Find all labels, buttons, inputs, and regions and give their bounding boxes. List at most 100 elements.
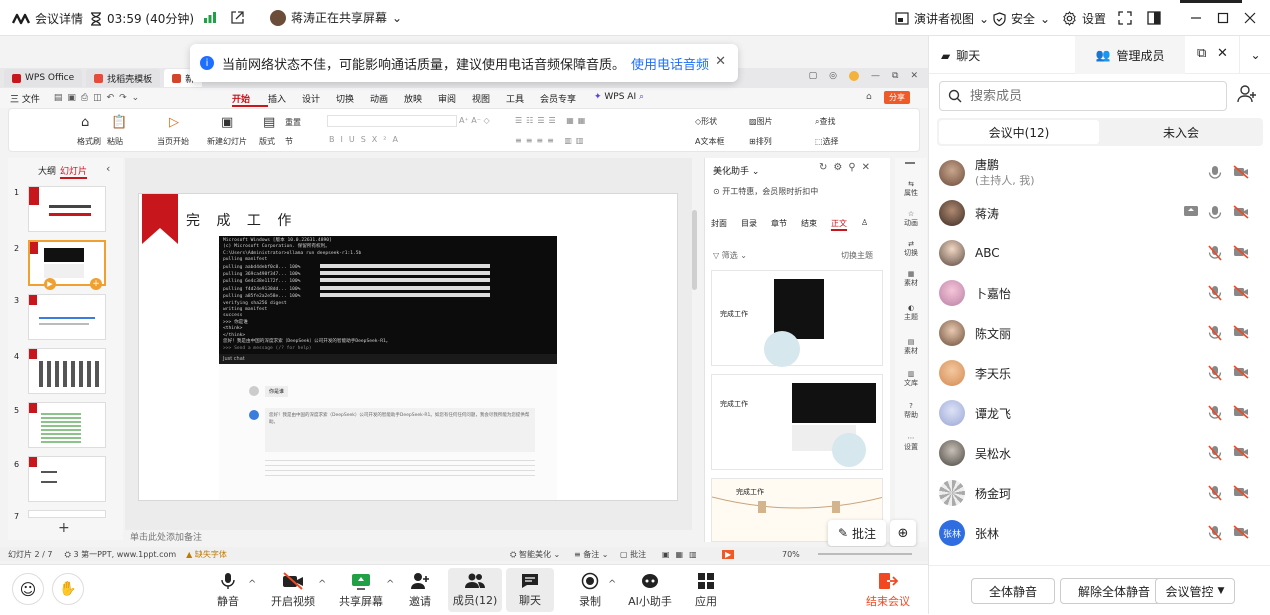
camera-off-icon[interactable]: [1233, 325, 1249, 341]
menu-design[interactable]: 设计: [302, 92, 336, 107]
section-button[interactable]: 节: [285, 136, 293, 147]
mute-button[interactable]: 静音: [208, 565, 248, 615]
start-video-button[interactable]: 开启视频: [268, 565, 318, 615]
member-row[interactable]: 李天乐: [929, 353, 1270, 393]
menu-start[interactable]: 开始: [232, 92, 268, 107]
member-row[interactable]: 唐鹏 (主持人, 我): [929, 153, 1270, 193]
speaker-view-button[interactable]: 演讲者视图 ⌄: [895, 10, 989, 27]
help-button[interactable]: ? 帮助: [897, 402, 925, 420]
camera-off-icon[interactable]: [1233, 245, 1249, 261]
add-slide-icon[interactable]: +: [90, 278, 102, 290]
member-row[interactable]: 蒋涛: [929, 193, 1270, 233]
user-icon[interactable]: ♙: [861, 218, 868, 231]
play-icon[interactable]: ▷: [169, 115, 179, 130]
shape-button[interactable]: ◇形状: [695, 116, 717, 127]
member-row[interactable]: ABC: [929, 233, 1270, 273]
window-layout-icon[interactable]: ▢: [809, 71, 818, 81]
add-member-button[interactable]: [1237, 84, 1257, 107]
meeting-control-dropdown[interactable]: 会议管控 ▼: [1155, 578, 1235, 604]
chat-button[interactable]: 聊天: [506, 568, 554, 612]
member-row[interactable]: 卜嘉怡: [929, 273, 1270, 313]
theme-button[interactable]: ◐ 主题: [897, 304, 925, 322]
wps-ai-button[interactable]: ✦ WPS AI ⌕: [594, 92, 644, 107]
microphone-off-icon[interactable]: [1207, 405, 1223, 421]
tab-chapter[interactable]: 章节: [771, 218, 787, 231]
microphone-off-icon[interactable]: [1207, 285, 1223, 301]
picture-button[interactable]: ▨图片: [749, 116, 773, 127]
tab-body[interactable]: 正文: [831, 218, 847, 231]
camera-off-icon[interactable]: [1233, 405, 1249, 421]
meeting-timer[interactable]: 03:59 (40分钟): [90, 10, 194, 27]
missing-font-button[interactable]: ▲ 缺失字体: [186, 549, 227, 560]
file-menu[interactable]: 三 文件: [10, 92, 40, 105]
apps-button[interactable]: 应用: [688, 565, 724, 615]
new-slide-icon[interactable]: ▣: [221, 115, 233, 130]
tab-end[interactable]: 结束: [801, 218, 817, 231]
camera-off-icon[interactable]: [1233, 285, 1249, 301]
slide-thumbnail-2-selected[interactable]: ▶ +: [28, 240, 106, 290]
find-button[interactable]: ⌕查找: [815, 116, 835, 127]
paragraph-buttons[interactable]: ☰☷☰☰ ▦▦: [515, 116, 589, 125]
end-meeting-button[interactable]: 结束会议: [864, 565, 912, 615]
signal-strength-icon[interactable]: [203, 11, 217, 23]
panel-collapse-button[interactable]: ⌄: [1239, 36, 1270, 74]
collapse-pane-icon[interactable]: ‹: [106, 162, 110, 175]
members-button[interactable]: 成员(12): [448, 568, 502, 612]
menu-member[interactable]: 会员专享: [540, 92, 592, 107]
video-options-chevron-icon[interactable]: ^: [318, 579, 326, 590]
slides-tab[interactable]: 幻灯片: [60, 164, 88, 179]
menu-transition[interactable]: 切换: [336, 92, 370, 107]
canvas-scrollbar[interactable]: [692, 210, 697, 290]
microphone-off-icon[interactable]: [1207, 485, 1223, 501]
arrange-button[interactable]: ⊞排列: [749, 136, 772, 147]
quick-access-icons[interactable]: ▤▣⎙◫↶↷⌄: [54, 93, 144, 103]
meeting-details-button[interactable]: 会议详情: [12, 10, 83, 27]
annotate-button[interactable]: ✎ 批注: [828, 520, 886, 546]
search-input[interactable]: [970, 88, 1210, 104]
skin-icon[interactable]: ◎: [829, 71, 837, 81]
wps-tab-home[interactable]: WPS Office: [4, 69, 83, 87]
microphone-icon[interactable]: [1207, 165, 1223, 181]
format-brush-icon[interactable]: ⌂: [81, 115, 89, 130]
add-slide-icon[interactable]: +: [58, 520, 70, 536]
member-row[interactable]: 张林 张林: [929, 513, 1270, 553]
comments-button[interactable]: ▢ 批注: [620, 549, 646, 560]
settings-button[interactable]: 设置: [1062, 10, 1106, 27]
paste-icon[interactable]: 📋: [111, 115, 127, 130]
segment-in-meeting[interactable]: 会议中(12): [939, 120, 1099, 144]
view-buttons[interactable]: ▣▦▥: [662, 550, 703, 559]
material-button[interactable]: ▦ 素材: [897, 270, 925, 288]
property-button[interactable]: ⇆ 属性: [897, 180, 925, 198]
notes-placeholder[interactable]: 单击此处添加备注: [130, 530, 202, 543]
share-options-chevron-icon[interactable]: ^: [386, 579, 394, 590]
cloud-sync-icon[interactable]: ⌂: [866, 92, 872, 102]
tab-toc[interactable]: 目录: [741, 218, 757, 231]
microphone-off-icon[interactable]: [1207, 245, 1223, 261]
unmute-all-button[interactable]: 解除全体静音: [1060, 578, 1168, 604]
share-button[interactable]: 分享: [884, 91, 910, 104]
notes-button[interactable]: ≡ 备注 ⌄: [574, 549, 609, 560]
play-button[interactable]: ▶: [722, 549, 735, 559]
menu-tools[interactable]: 工具: [506, 92, 540, 107]
zoom-level[interactable]: 70%: [782, 550, 800, 559]
record-options-chevron-icon[interactable]: ^: [608, 579, 616, 590]
tab-chat[interactable]: ▰ 聊天: [941, 47, 980, 64]
minimize-icon[interactable]: —: [871, 71, 880, 81]
menu-review[interactable]: 审阅: [438, 92, 472, 107]
switch-theme-button[interactable]: 切换主题: [841, 250, 873, 261]
popout-icon[interactable]: [230, 10, 245, 25]
camera-off-icon[interactable]: [1233, 205, 1249, 221]
close-icon[interactable]: ✕: [910, 71, 918, 81]
microphone-off-icon[interactable]: [1207, 365, 1223, 381]
security-button[interactable]: 安全 ⌄: [993, 10, 1050, 27]
material2-button[interactable]: ▤ 素材: [897, 338, 925, 356]
slide-thumbnail-4[interactable]: [28, 348, 106, 394]
font-style-buttons[interactable]: BIUSX²A: [329, 135, 404, 144]
promo-hint[interactable]: ⊙ 开工特惠，会员限时折扣中: [713, 186, 818, 197]
play-icon[interactable]: ▶: [44, 278, 56, 290]
slide-thumbnail-5[interactable]: [28, 402, 106, 448]
member-row[interactable]: 杨金珂: [929, 473, 1270, 513]
maximize-icon[interactable]: [1217, 12, 1229, 24]
slide-thumbnail-3[interactable]: [28, 294, 106, 340]
microphone-off-icon[interactable]: [1207, 445, 1223, 461]
